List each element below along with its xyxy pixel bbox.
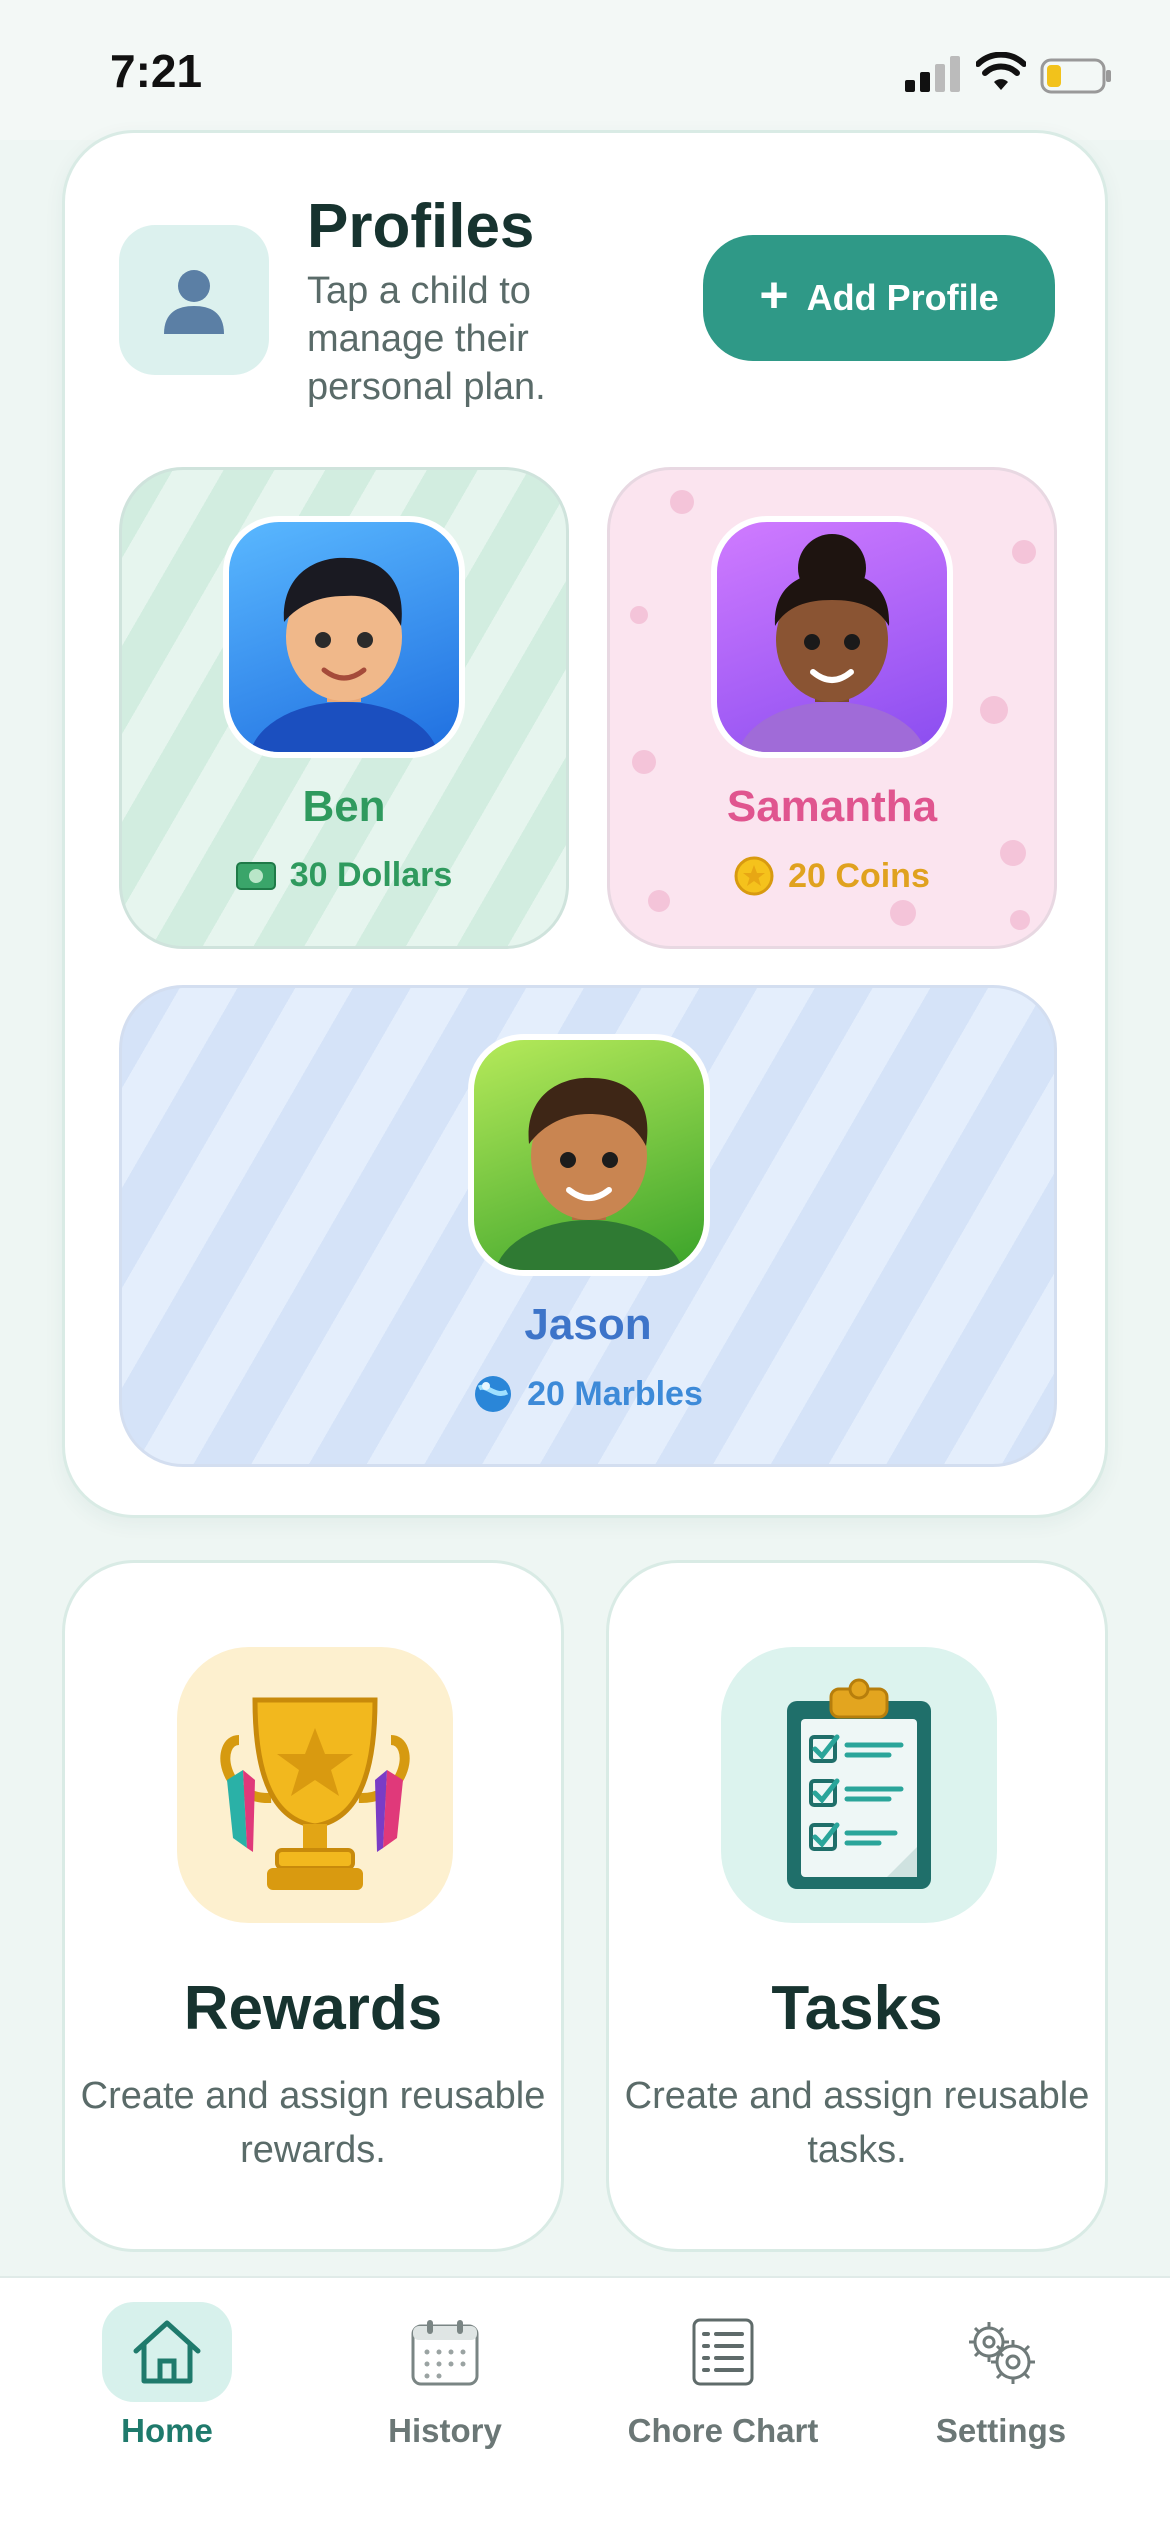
kid-name: Ben: [302, 782, 386, 831]
profile-card-jason[interactable]: Jason 20 Marbles: [119, 985, 1057, 1467]
profiles-card: Profiles Tap a child to manage their per…: [62, 130, 1108, 1518]
marble-icon: [475, 1376, 512, 1412]
tab-label: Home: [121, 2412, 213, 2449]
rewards-card[interactable]: Rewards Create and assign reusable rewar…: [62, 1560, 564, 2252]
decor-dot: [980, 696, 1008, 724]
wifi-icon: [976, 52, 1026, 90]
kid-balance-text: 20 Coins: [788, 856, 930, 895]
decor-dot: [1012, 540, 1036, 564]
decor-dot: [630, 606, 648, 624]
add-profile-button[interactable]: + Add Profile: [703, 235, 1055, 361]
decor-dot: [890, 900, 916, 926]
cellular-signal-icon: [905, 56, 960, 92]
kid-name: Samantha: [726, 782, 938, 831]
battery-icon: [1040, 58, 1111, 94]
tab-home[interactable]: Home: [42, 2302, 292, 2462]
rewards-title: Rewards: [183, 1974, 443, 2043]
dollar-bill-icon: [235, 861, 276, 890]
profile-card-samantha[interactable]: Samantha 20 Coins: [607, 467, 1057, 949]
profiles-title: Profiles: [307, 192, 535, 261]
coin-icon: [734, 856, 774, 896]
tab-history[interactable]: History: [320, 2302, 570, 2462]
status-bar: 7:21: [0, 0, 1170, 140]
kid-balance-text: 30 Dollars: [289, 856, 453, 894]
tasks-card[interactable]: Tasks Create and assign reusable tasks.: [606, 1560, 1108, 2252]
avatar: [223, 516, 465, 758]
tab-chore-chart[interactable]: Chore Chart: [598, 2302, 848, 2462]
tab-bar: Home History Chore Chart Settings: [0, 2276, 1170, 2532]
clipboard-checklist-icon: [721, 1647, 997, 1923]
kid-balance-text: 20 Marbles: [527, 1374, 703, 1413]
kid-balance: 20 Coins: [610, 856, 1054, 896]
list-icon: [658, 2302, 788, 2402]
decor-dot: [632, 750, 656, 774]
profile-card-ben[interactable]: Ben 30 Dollars: [119, 467, 569, 949]
kid-name: Jason: [524, 1300, 652, 1349]
avatar: [711, 516, 953, 758]
trophy-icon: [177, 1647, 453, 1923]
profile-placeholder-icon: [119, 225, 269, 375]
tab-label: Chore Chart: [627, 2412, 819, 2449]
tab-label: History: [388, 2412, 502, 2449]
avatar: [468, 1034, 710, 1276]
tab-label: Settings: [935, 2412, 1067, 2449]
kid-balance: 30 Dollars: [122, 856, 566, 895]
gear-icon: [936, 2302, 1066, 2402]
tasks-title: Tasks: [771, 1974, 943, 2043]
decor-dot: [670, 490, 694, 514]
add-profile-label: Add Profile: [806, 277, 999, 318]
status-time: 7:21: [110, 45, 203, 97]
plus-icon: +: [759, 267, 789, 323]
decor-dot: [1010, 910, 1030, 930]
kid-balance: 20 Marbles: [122, 1374, 1054, 1414]
tab-settings[interactable]: Settings: [876, 2302, 1126, 2462]
home-icon: [102, 2302, 232, 2402]
rewards-description: Create and assign reusable rewards.: [80, 2075, 546, 2171]
profiles-subtitle: Tap a child to manage their personal pla…: [307, 270, 546, 408]
calendar-icon: [380, 2302, 510, 2402]
tasks-description: Create and assign reusable tasks.: [624, 2075, 1090, 2171]
